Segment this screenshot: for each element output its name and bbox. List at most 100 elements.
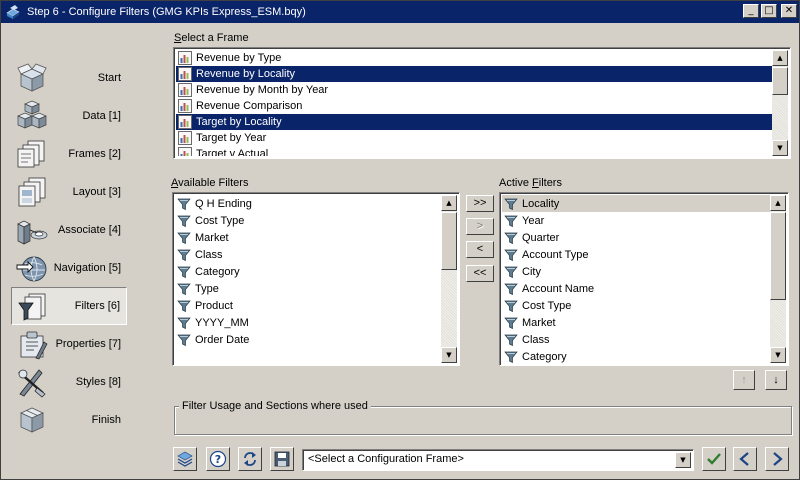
filter-funnel-icon (504, 351, 518, 363)
frame-list-item-label: Target by Locality (196, 116, 282, 128)
active-filter-item[interactable]: Class (502, 331, 770, 348)
active-filter-item[interactable]: Year (502, 212, 770, 229)
frame-list-item[interactable]: Target by Locality (176, 114, 772, 130)
arrow-left-icon (739, 452, 749, 466)
frame-list-item[interactable]: Revenue by Locality (176, 66, 772, 82)
nav-item-associate[interactable]: Associate [4] (11, 211, 127, 249)
frame-list-item[interactable]: Revenue by Month by Year (176, 82, 772, 98)
available-filter-item[interactable]: Class (175, 246, 441, 263)
available-filter-item[interactable]: Type (175, 280, 441, 297)
available-filter-item[interactable]: Cost Type (175, 212, 441, 229)
frame-list-item[interactable]: Target by Year (176, 130, 772, 146)
nav-item-properties[interactable]: Properties [7] (11, 325, 127, 363)
active-filter-item[interactable]: City (502, 263, 770, 280)
nav-label: Data [1] (82, 110, 121, 122)
floppy-disk-icon (274, 451, 290, 467)
add-filter-button[interactable]: > (466, 218, 494, 235)
filter-funnel-icon (504, 232, 518, 244)
available-filter-item-label: Cost Type (195, 214, 245, 227)
active-filter-item-label: City (522, 265, 541, 278)
available-filter-item[interactable]: Q H Ending (175, 195, 441, 212)
filter-funnel-icon (504, 198, 518, 210)
filters-icon (18, 293, 46, 321)
frame-list-item[interactable]: Revenue by Type (176, 50, 772, 66)
active-filter-item[interactable]: Category (502, 348, 770, 363)
filter-usage-caption: Filter Usage and Sections where used (179, 400, 371, 412)
nav-label: Properties [7] (55, 338, 121, 350)
frame-list-item[interactable]: Revenue Comparison (176, 98, 772, 114)
filter-funnel-icon (177, 283, 191, 295)
available-filters-listbox[interactable]: Q H Ending Cost Type Market Class Category Ty… (172, 192, 460, 366)
nav-item-frames[interactable]: Frames [2] (11, 135, 127, 173)
config-frame-select[interactable]: <Select a Configuration Frame> ▼ (302, 449, 694, 471)
scroll-thumb[interactable] (441, 212, 457, 270)
active-filter-item[interactable]: Quarter (502, 229, 770, 246)
checkmark-icon (707, 453, 721, 465)
available-filter-rows: Q H Ending Cost Type Market Class Category Ty… (175, 195, 441, 363)
remove-all-filters-button[interactable]: << (466, 265, 494, 282)
back-button[interactable] (733, 447, 757, 471)
available-filter-item[interactable]: YYYY_MM (175, 314, 441, 331)
refresh-button[interactable] (238, 447, 262, 471)
nav-item-finish[interactable]: Finish (11, 401, 127, 439)
active-scrollbar[interactable]: ▲ ▼ (770, 195, 786, 363)
filter-funnel-icon (504, 300, 518, 312)
chart-frame-icon (178, 99, 192, 113)
close-button[interactable]: ✕ (781, 4, 797, 18)
scroll-down-button[interactable]: ▼ (772, 140, 788, 156)
layers-button[interactable] (173, 447, 197, 471)
maximize-button[interactable]: □ (761, 4, 777, 18)
scroll-up-button[interactable]: ▲ (772, 50, 788, 66)
minimize-button[interactable]: _ (743, 4, 759, 18)
nav-item-navigation[interactable]: Navigation [5] (11, 249, 127, 287)
scroll-up-button[interactable]: ▲ (441, 195, 457, 211)
scroll-down-button[interactable]: ▼ (770, 347, 786, 363)
nav-item-filters[interactable]: Filters [6] (11, 287, 127, 325)
available-filter-item[interactable]: Product (175, 297, 441, 314)
active-filter-item[interactable]: Account Name (502, 280, 770, 297)
frame-list-item-label: Target v Actual (196, 148, 269, 156)
frame-list-item[interactable]: Target v Actual (176, 146, 772, 156)
frame-rows: Revenue by Type Revenue by Locality Revenu… (176, 50, 772, 156)
save-button[interactable] (270, 447, 294, 471)
ok-button[interactable] (702, 447, 726, 471)
filter-funnel-icon (504, 215, 518, 227)
active-filters-listbox[interactable]: Locality Year Quarter Account Type City Accou… (499, 192, 789, 366)
available-filter-item-label: Class (195, 248, 223, 261)
frame-list-item-label: Revenue Comparison (196, 100, 303, 112)
help-button[interactable]: ? (206, 447, 230, 471)
active-filter-item[interactable]: Locality (502, 195, 770, 212)
filter-funnel-icon (177, 317, 191, 329)
available-scrollbar[interactable]: ▲ ▼ (441, 195, 457, 363)
nav-item-styles[interactable]: Styles [8] (11, 363, 127, 401)
chevron-down-icon[interactable]: ▼ (675, 452, 691, 468)
scroll-thumb[interactable] (770, 212, 786, 300)
active-filter-item-label: Quarter (522, 231, 560, 244)
title-bar[interactable]: Step 6 - Configure Filters (GMG KPIs Exp… (1, 1, 799, 23)
wizard-window: Step 6 - Configure Filters (GMG KPIs Exp… (0, 0, 800, 480)
scroll-down-button[interactable]: ▼ (441, 347, 457, 363)
move-down-button[interactable]: ↓ (765, 370, 787, 390)
remove-filter-button[interactable]: < (466, 241, 494, 258)
add-all-filters-button[interactable]: >> (466, 195, 494, 212)
move-up-button[interactable]: ↑ (733, 370, 755, 390)
active-filter-item[interactable]: Market (502, 314, 770, 331)
nav-item-data[interactable]: Data [1] (11, 97, 127, 135)
active-filter-item-label: Market (522, 316, 556, 329)
available-filter-item[interactable]: Market (175, 229, 441, 246)
styles-icon (18, 369, 46, 398)
nav-item-layout[interactable]: Layout [3] (11, 173, 127, 211)
scroll-thumb[interactable] (772, 67, 788, 95)
available-filter-item[interactable]: Order Date (175, 331, 441, 348)
frame-listbox[interactable]: Revenue by Type Revenue by Locality Revenu… (173, 47, 791, 159)
svg-text:?: ? (215, 453, 221, 466)
filter-funnel-icon (504, 266, 518, 278)
next-button[interactable] (765, 447, 789, 471)
active-filter-item[interactable]: Account Type (502, 246, 770, 263)
scroll-up-button[interactable]: ▲ (770, 195, 786, 211)
label-part: Active (499, 177, 533, 189)
frame-scrollbar[interactable]: ▲ ▼ (772, 50, 788, 156)
available-filter-item[interactable]: Category (175, 263, 441, 280)
nav-item-start[interactable]: Start (11, 59, 127, 97)
active-filter-item[interactable]: Cost Type (502, 297, 770, 314)
